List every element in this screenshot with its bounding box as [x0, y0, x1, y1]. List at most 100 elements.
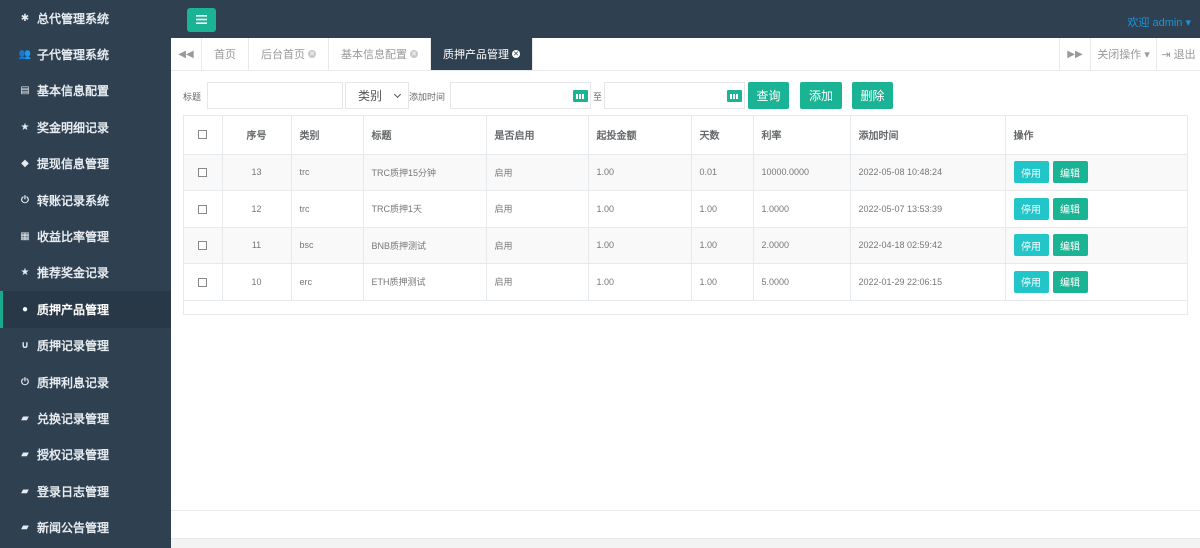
- row-checkbox[interactable]: [198, 277, 208, 287]
- row-checkbox[interactable]: [198, 241, 208, 251]
- disable-button[interactable]: 停用: [1013, 270, 1049, 293]
- sidebar-item[interactable]: ⏻ 转账记录系统: [0, 182, 171, 218]
- disable-button[interactable]: 停用: [1013, 234, 1049, 257]
- logout-button[interactable]: ⇥ 退出: [1156, 38, 1200, 70]
- edit-button[interactable]: 编辑: [1052, 197, 1088, 220]
- gear-icon: ✱: [20, 12, 30, 24]
- delete-button[interactable]: 删除: [852, 82, 893, 109]
- col-header-enabled[interactable]: 是否启用: [486, 116, 589, 155]
- cell-title: BNB质押测试: [363, 227, 487, 264]
- row-checkbox[interactable]: [198, 168, 208, 178]
- edit-button[interactable]: 编辑: [1052, 234, 1088, 257]
- sidebar-item[interactable]: ⏻ 质押利息记录: [0, 364, 171, 400]
- cell-added: 2022-01-29 22:06:15: [850, 263, 1006, 301]
- cell-type: trc: [291, 154, 364, 191]
- product-table: 序号 类别 标题 是否启用 起投金额 天数 利率 添加时间 操作 13 trc TR…: [184, 116, 1187, 301]
- col-header-added-time[interactable]: 添加时间: [850, 116, 1006, 155]
- calendar-icon[interactable]: [727, 90, 742, 102]
- col-header-id[interactable]: 序号: [222, 116, 292, 155]
- sidebar: ✱ 总代管理系统 👥 子代管理系统 ▤ 基本信息配置 ★ 奖金明细记录 ◆ 提现信息管理 ⏻ 转账记录…: [0, 0, 171, 548]
- product-table-container: 序号 类别 标题 是否启用 起投金额 天数 利率 添加时间 操作 13 trc TR…: [183, 115, 1188, 315]
- sidebar-item-label: 提现信息管理: [37, 157, 110, 172]
- cell-title: TRC质押15分钟: [363, 154, 487, 191]
- sidebar-item[interactable]: ▰ 兑换记录管理: [0, 400, 171, 436]
- to-label: 至: [593, 92, 603, 102]
- tab-scroll-left-button[interactable]: ◀◀: [171, 38, 202, 70]
- cell-days: 1.00: [691, 263, 754, 301]
- tab-label: 基本信息配置: [341, 49, 407, 61]
- cell-title: ETH质押测试: [363, 263, 487, 301]
- row-checkbox[interactable]: [198, 204, 208, 214]
- tab-label: 质押产品管理: [443, 49, 509, 61]
- book-icon: ▰: [21, 449, 29, 461]
- cell-days: 1.00: [691, 190, 754, 228]
- calendar-icon[interactable]: [573, 90, 588, 102]
- user-menu[interactable]: 欢迎 admin ▾: [1127, 14, 1191, 30]
- calendar-icon: ▦: [20, 231, 30, 243]
- tab[interactable]: 质押产品管理 ✕: [431, 38, 533, 70]
- cell-min-amount: 1.00: [588, 190, 692, 228]
- sidebar-item[interactable]: ✱ 总代管理系统: [0, 0, 171, 36]
- sidebar-item[interactable]: ▦ 收益比率管理: [0, 218, 171, 254]
- close-icon[interactable]: ✕: [512, 50, 520, 58]
- tab[interactable]: 后台首页 ✕: [249, 38, 329, 70]
- top-header: 欢迎 admin ▾: [171, 0, 1200, 38]
- sidebar-item-label: 总代管理系统: [37, 11, 110, 26]
- close-icon[interactable]: ✕: [308, 50, 316, 58]
- cell-type: erc: [291, 263, 364, 301]
- sidebar-item[interactable]: ∪ 质押记录管理: [0, 328, 171, 364]
- select-all-checkbox[interactable]: [198, 130, 208, 140]
- col-header-rate[interactable]: 利率: [753, 116, 851, 155]
- sidebar-item-label: 子代管理系统: [37, 48, 110, 63]
- cell-actions: 停用 编辑: [1005, 154, 1187, 191]
- power-icon: ⏻: [21, 376, 29, 388]
- sidebar-item-label: 质押记录管理: [37, 339, 110, 354]
- chevron-down-icon: [393, 90, 402, 99]
- tab[interactable]: 基本信息配置 ✕: [329, 38, 431, 70]
- disable-button[interactable]: 停用: [1013, 197, 1049, 220]
- cell-min-amount: 1.00: [588, 263, 692, 301]
- cell-title: TRC质押1天: [363, 190, 487, 228]
- edit-button[interactable]: 编辑: [1052, 270, 1088, 293]
- title-input[interactable]: [207, 82, 343, 109]
- star-icon: ★: [20, 121, 30, 133]
- menu-toggle-button[interactable]: [187, 8, 216, 32]
- sidebar-item[interactable]: 👥 子代管理系统: [0, 36, 171, 72]
- close-operations-dropdown[interactable]: 关闭操作 ▾: [1090, 38, 1156, 70]
- tab[interactable]: 首页: [202, 38, 249, 70]
- sidebar-item[interactable]: ▰ 登录日志管理: [0, 473, 171, 509]
- tab-bar: ◀◀ 首页 后台首页 ✕ 基本信息配置 ✕ 质押产品管理 ✕ ▶▶ 关闭操作 ▾ ⇥ 退出: [171, 38, 1200, 71]
- table-row: 13 trc TRC质押15分钟 启用 1.00 0.01 10000.0000 2022-0…: [184, 154, 1187, 191]
- row-select-cell: [184, 154, 223, 191]
- cell-actions: 停用 编辑: [1005, 227, 1187, 264]
- sidebar-item[interactable]: ★ 奖金明细记录: [0, 109, 171, 145]
- sidebar-item[interactable]: ★ 推荐奖金记录: [0, 255, 171, 291]
- col-header-title[interactable]: 标题: [363, 116, 487, 155]
- hamburger-icon: [196, 13, 207, 27]
- sidebar-item[interactable]: ● 质押产品管理: [0, 291, 171, 328]
- query-button[interactable]: 查询: [748, 82, 789, 109]
- tab-scroll-right-button[interactable]: ▶▶: [1059, 38, 1090, 70]
- cell-min-amount: 1.00: [588, 154, 692, 191]
- cell-added: 2022-05-07 13:53:39: [850, 190, 1006, 228]
- book-icon: ▰: [21, 485, 29, 497]
- horizontal-scrollbar[interactable]: [171, 538, 1200, 548]
- end-date-input[interactable]: [604, 82, 745, 109]
- col-header-days[interactable]: 天数: [691, 116, 754, 155]
- select-all-header[interactable]: [184, 116, 223, 155]
- type-select[interactable]: 类别: [345, 82, 409, 109]
- sidebar-item[interactable]: ▰ 新闻公告管理: [0, 509, 171, 545]
- sidebar-item[interactable]: ◆ 提现信息管理: [0, 146, 171, 182]
- col-header-min-amount[interactable]: 起投金额: [588, 116, 692, 155]
- disable-button[interactable]: 停用: [1013, 161, 1049, 184]
- start-date-input[interactable]: [450, 82, 591, 109]
- close-icon[interactable]: ✕: [410, 50, 418, 58]
- sidebar-item[interactable]: ▤ 基本信息配置: [0, 73, 171, 109]
- sidebar-item[interactable]: ▰ 授权记录管理: [0, 437, 171, 473]
- cell-enabled: 启用: [486, 154, 589, 191]
- add-button[interactable]: 添加: [800, 82, 842, 109]
- col-header-type[interactable]: 类别: [291, 116, 364, 155]
- edit-button[interactable]: 编辑: [1052, 161, 1088, 184]
- book-icon: ▰: [21, 522, 29, 534]
- power-icon: ⏻: [21, 194, 29, 206]
